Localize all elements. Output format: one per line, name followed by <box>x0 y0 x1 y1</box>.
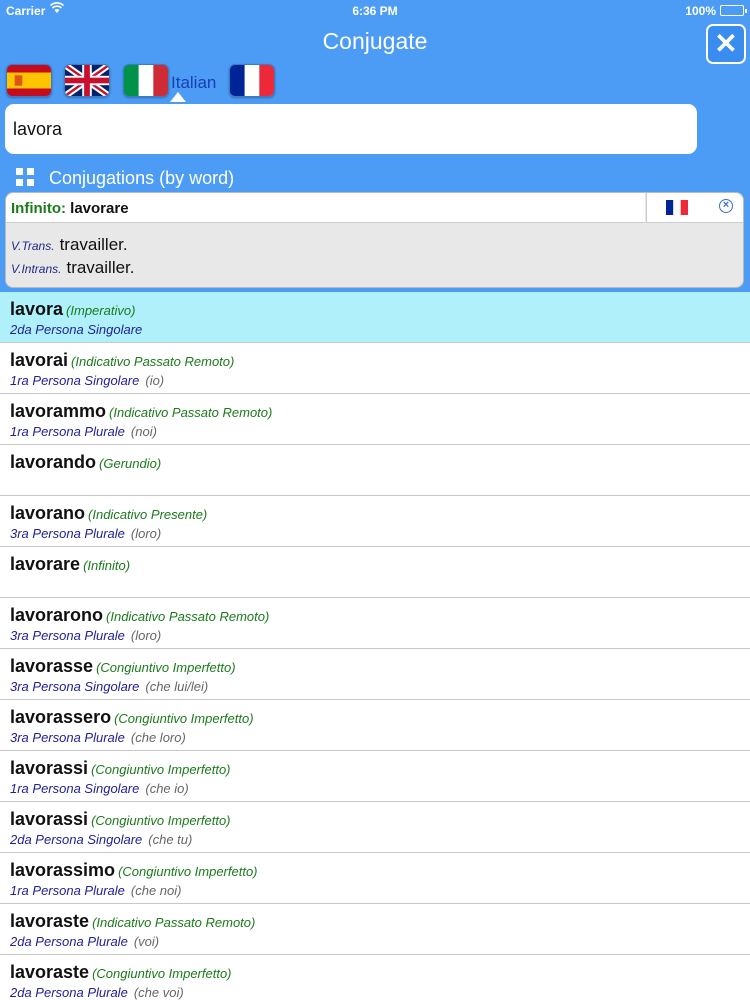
infinitive-panel: Infinito: lavorare × V.Trans. travailler.… <box>5 192 744 288</box>
tense-label: (Congiuntivo Imperfetto) <box>91 813 231 828</box>
grid-icon <box>16 168 34 186</box>
list-item[interactable]: lavorassero (Congiuntivo Imperfetto) 3ra … <box>0 700 750 751</box>
clock: 6:36 PM <box>352 4 398 18</box>
conjugated-word: lavorai <box>10 350 69 370</box>
pronoun-label: (loro) <box>130 628 162 643</box>
battery-icon <box>720 5 747 16</box>
list-item[interactable]: lavoraste (Congiuntivo Imperfetto) 2da Pe… <box>0 955 750 1000</box>
tense-label: (Infinito) <box>83 558 131 573</box>
page-title: Conjugate <box>322 28 428 54</box>
pronoun-label: (che voi) <box>133 985 184 1000</box>
person-label: 1ra Persona Singolare <box>10 781 140 796</box>
infinitive-value: lavorare <box>70 200 129 217</box>
translation-line: V.Intrans. travailler. <box>11 258 135 278</box>
tense-label: (Indicativo Passato Remoto) <box>109 405 273 420</box>
part-of-speech: V.Trans. <box>11 239 55 253</box>
tense-label: (Indicativo Passato Remoto) <box>71 354 235 369</box>
conjugation-list: lavora (Imperativo) 2da Persona Singolare… <box>0 292 750 1000</box>
conjugated-word: lavorarono <box>10 605 104 625</box>
infinitive-label: Infinito: <box>11 200 66 217</box>
tense-label: (Congiuntivo Imperfetto) <box>92 966 232 981</box>
person-label: 1ra Persona Plurale <box>10 883 125 898</box>
person-label: 2da Persona Singolare <box>10 322 143 337</box>
list-item[interactable]: lavoraste (Indicativo Passato Remoto) 2da… <box>0 904 750 955</box>
italian-flag-icon[interactable] <box>123 64 169 97</box>
conjugated-word: lavorassi <box>10 758 89 778</box>
close-button[interactable]: ✕ <box>706 24 746 64</box>
part-of-speech: V.Intrans. <box>11 262 62 276</box>
clear-icon[interactable]: × <box>719 199 733 213</box>
person-label: 3ra Persona Plurale <box>10 526 125 541</box>
tense-label: (Congiuntivo Imperfetto) <box>91 762 231 777</box>
list-item[interactable]: lavorassimo (Congiuntivo Imperfetto) 1ra … <box>0 853 750 904</box>
conjugated-word: lavoraste <box>10 911 90 931</box>
search-input[interactable]: lavora <box>5 104 697 154</box>
translation-text: travailler. <box>66 258 135 277</box>
list-item[interactable]: lavorarono (Indicativo Passato Remoto) 3r… <box>0 598 750 649</box>
list-item[interactable]: lavorasse (Congiuntivo Imperfetto) 3ra Pe… <box>0 649 750 700</box>
conjugated-word: lavora <box>10 299 64 319</box>
person-label: 2da Persona Singolare <box>10 832 143 847</box>
tense-label: (Congiuntivo Imperfetto) <box>118 864 258 879</box>
pronoun-label: (che tu) <box>148 832 193 847</box>
translation-text: travailler. <box>59 235 128 254</box>
person-label: 3ra Persona Plurale <box>10 628 125 643</box>
status-bar: Carrier 6:36 PM 100% <box>0 0 750 22</box>
tense-label: (Congiuntivo Imperfetto) <box>96 660 236 675</box>
pronoun-label: (che loro) <box>130 730 186 745</box>
title-bar: Conjugate ✕ <box>0 22 750 64</box>
pronoun-label: (che noi) <box>130 883 182 898</box>
list-item[interactable]: lavorassi (Congiuntivo Imperfetto) 1ra Pe… <box>0 751 750 802</box>
section-title: Conjugations (by word) <box>49 168 235 188</box>
tense-label: (Indicativo Passato Remoto) <box>92 915 256 930</box>
tense-label: (Indicativo Passato Remoto) <box>106 609 270 624</box>
pronoun-label: (che io) <box>145 781 189 796</box>
conjugated-word: lavorando <box>10 452 97 472</box>
spanish-flag-icon[interactable] <box>6 64 52 97</box>
person-label: 1ra Persona Singolare <box>10 373 140 388</box>
conjugated-word: lavorasse <box>10 656 94 676</box>
conjugated-word: lavorare <box>10 554 81 574</box>
pronoun-label: (noi) <box>130 424 157 439</box>
conjugated-word: lavorassimo <box>10 860 116 880</box>
pronoun-label: (loro) <box>130 526 162 541</box>
pronoun-label: (che lui/lei) <box>145 679 209 694</box>
tense-label: (Imperativo) <box>66 303 136 318</box>
list-item[interactable]: lavora (Imperativo) 2da Persona Singolare <box>0 292 750 343</box>
language-selector: Italian <box>0 62 750 102</box>
person-label: 1ra Persona Plurale <box>10 424 125 439</box>
section-header: Conjugations (by word) <box>0 163 750 191</box>
list-item[interactable]: lavorano (Indicativo Presente) 3ra Person… <box>0 496 750 547</box>
conjugated-word: lavorammo <box>10 401 107 421</box>
french-flag-small-icon[interactable] <box>666 200 688 215</box>
tense-label: (Indicativo Presente) <box>88 507 208 522</box>
conjugated-word: lavorassero <box>10 707 112 727</box>
infinitive-header: Infinito: lavorare <box>6 193 645 223</box>
list-item[interactable]: lavorassi (Congiuntivo Imperfetto) 2da Pe… <box>0 802 750 853</box>
conjugated-word: lavorano <box>10 503 86 523</box>
person-label: 3ra Persona Singolare <box>10 679 140 694</box>
person-label: 2da Persona Plurale <box>10 934 128 949</box>
uk-flag-icon[interactable] <box>64 64 110 97</box>
translation-line: V.Trans. travailler. <box>11 235 128 255</box>
translation-tab: × <box>646 193 743 223</box>
pronoun-label: (io) <box>145 373 165 388</box>
conjugated-word: lavorassi <box>10 809 89 829</box>
selection-pointer <box>170 92 186 102</box>
list-item[interactable]: lavorare (Infinito) <box>0 547 750 598</box>
conjugated-word: lavoraste <box>10 962 90 982</box>
french-flag-icon[interactable] <box>229 64 275 97</box>
pronoun-label: (voi) <box>133 934 160 949</box>
list-item[interactable]: lavorando (Gerundio) <box>0 445 750 496</box>
selected-language-label: Italian <box>171 73 217 92</box>
list-item[interactable]: lavorammo (Indicativo Passato Remoto) 1ra… <box>0 394 750 445</box>
list-item[interactable]: lavorai (Indicativo Passato Remoto) 1ra P… <box>0 343 750 394</box>
battery-percent: 100% <box>685 4 716 18</box>
person-label: 2da Persona Plurale <box>10 985 128 1000</box>
tense-label: (Congiuntivo Imperfetto) <box>114 711 254 726</box>
person-label: 3ra Persona Plurale <box>10 730 125 745</box>
tense-label: (Gerundio) <box>99 456 162 471</box>
